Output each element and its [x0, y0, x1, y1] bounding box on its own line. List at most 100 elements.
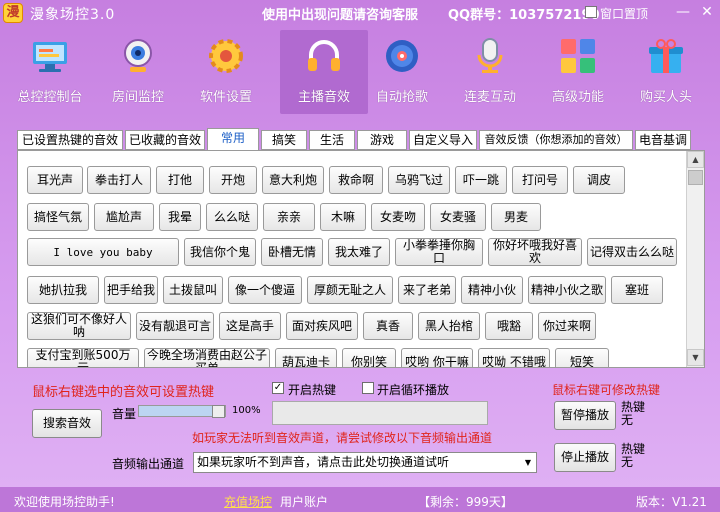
sound-button[interactable]: 今晚全场消费由赵公子买单 — [144, 348, 270, 367]
tab-life[interactable]: 生活 — [309, 130, 355, 150]
sound-button[interactable]: 男麦 — [491, 203, 541, 231]
nav-co-host[interactable]: 连麦互动 — [446, 30, 534, 114]
sound-grid-scrollbar[interactable]: ▲ ▼ — [686, 151, 704, 367]
app-logo-icon: 漫 — [3, 3, 23, 23]
sound-button[interactable]: 黑人抬棺 — [418, 312, 480, 340]
sound-button[interactable]: 精神小伙 — [461, 276, 523, 304]
blocks-icon — [561, 39, 595, 73]
scroll-thumb[interactable] — [688, 170, 703, 185]
tab-funny[interactable]: 搞笑 — [261, 130, 307, 150]
volume-percent: 100% — [232, 405, 261, 416]
sound-button[interactable]: 打他 — [156, 166, 204, 194]
stop-hotkey-value: 无 — [621, 455, 634, 469]
pause-hotkey-value: 无 — [621, 413, 634, 427]
sound-button[interactable]: 哦豁 — [485, 312, 533, 340]
close-button[interactable]: ✕ — [696, 2, 718, 22]
volume-slider[interactable] — [138, 405, 226, 418]
sound-button[interactable]: 你好坏哦我好喜欢 — [488, 238, 582, 266]
sound-button[interactable]: 木嘛 — [320, 203, 366, 231]
loop-checkbox[interactable] — [362, 382, 374, 394]
sound-button[interactable]: 打问号 — [512, 166, 568, 194]
tab-custom-import[interactable]: 自定义导入 — [409, 130, 477, 150]
recharge-link[interactable]: 充值场控 — [224, 493, 272, 510]
sound-button[interactable]: 亲亲 — [263, 203, 315, 231]
nav-label: 软件设置 — [199, 90, 252, 105]
sound-button[interactable]: 卧槽无情 — [261, 238, 323, 266]
sound-button[interactable]: 厚颜无耻之人 — [307, 276, 393, 304]
sound-button[interactable]: 哎哟 你干嘛 — [401, 348, 473, 367]
sound-button[interactable]: 精神小伙之歌 — [528, 276, 606, 304]
pin-window-checkbox[interactable] — [585, 6, 597, 18]
tab-sound-feedback[interactable]: 音效反馈（你想添加的音效） — [479, 130, 633, 150]
sound-button[interactable]: 短笑 — [555, 348, 609, 367]
status-bar: 欢迎使用场控助手! 充值场控 用户账户 【剩余：999天】 版本：V1.21 — [0, 487, 720, 512]
nav-auto-grab-song[interactable]: 自动抢歌 — [358, 30, 446, 114]
tab-common[interactable]: 常用 — [207, 128, 259, 150]
hotkey-checkbox[interactable]: ✓ — [272, 382, 284, 394]
sound-button[interactable]: 土拨鼠叫 — [163, 276, 223, 304]
sound-button[interactable]: 尴尬声 — [94, 203, 154, 231]
sound-button[interactable]: 这狼们可不像好人呐 — [27, 312, 131, 340]
sound-button[interactable]: 像一个傻逼 — [228, 276, 302, 304]
welcome-text: 欢迎使用场控助手! — [14, 495, 115, 509]
stop-button[interactable]: 停止播放 — [554, 443, 616, 472]
nav-label: 房间监控 — [111, 90, 164, 105]
minimize-button[interactable]: — — [672, 2, 694, 22]
hotkey-checkbox-label[interactable]: 开启热键 — [288, 381, 336, 398]
sound-button[interactable]: 哎呦 不错哦 — [478, 348, 550, 367]
sound-category-tabs: 已设置热键的音效 已收藏的音效 常用 搞笑 生活 游戏 自定义导入 音效反馈（你… — [17, 128, 693, 150]
sound-button[interactable]: 记得双击么么哒 — [587, 238, 677, 266]
sound-button[interactable]: 救命啊 — [329, 166, 383, 194]
sound-button[interactable]: 面对疾风吧 — [286, 312, 358, 340]
sound-button[interactable]: 支付宝到账500万元 — [27, 348, 139, 367]
app-title: 漫象场控3.0 — [30, 7, 116, 23]
sound-button[interactable]: 我太难了 — [328, 238, 390, 266]
user-account-link[interactable]: 用户账户 — [280, 493, 328, 510]
sound-button[interactable]: 没有靓退可言 — [136, 312, 214, 340]
tab-game[interactable]: 游戏 — [357, 130, 407, 150]
scroll-up-icon[interactable]: ▲ — [687, 151, 704, 168]
nav-buy-viewers[interactable]: 购买人头 — [622, 30, 710, 114]
sound-button[interactable]: 真香 — [363, 312, 413, 340]
sound-button[interactable]: 这是高手 — [219, 312, 281, 340]
sound-button[interactable]: 我晕 — [159, 203, 201, 231]
sound-button[interactable]: 塞班 — [611, 276, 663, 304]
sound-button[interactable]: 你别笑 — [342, 348, 396, 367]
sound-button[interactable]: 意大利炮 — [262, 166, 324, 194]
sound-button[interactable]: 搞怪气氛 — [27, 203, 89, 231]
search-sound-button[interactable]: 搜索音效 — [32, 409, 102, 438]
tab-electronic[interactable]: 电音基调 — [635, 130, 691, 150]
sound-button[interactable]: I love you baby — [27, 238, 179, 266]
sound-button[interactable]: 你过来啊 — [538, 312, 596, 340]
nav-settings[interactable]: 软件设置 — [182, 30, 270, 114]
sound-button[interactable]: 拳击打人 — [87, 166, 151, 194]
chevron-down-icon[interactable]: ▼ — [520, 453, 536, 472]
nav-room-monitor[interactable]: 房间监控 — [94, 30, 182, 114]
loop-checkbox-label[interactable]: 开启循环播放 — [377, 381, 449, 398]
volume-slider-thumb[interactable] — [212, 405, 225, 418]
tab-hotkey-sounds[interactable]: 已设置热键的音效 — [17, 130, 123, 150]
nav-advanced[interactable]: 高级功能 — [534, 30, 622, 114]
nav-streamer-sfx[interactable]: 主播音效 — [280, 30, 368, 114]
pin-window-label[interactable]: 窗口置顶 — [600, 5, 648, 22]
sound-button[interactable]: 她扒拉我 — [27, 276, 99, 304]
sound-button[interactable]: 我信你个鬼 — [184, 238, 256, 266]
sound-button[interactable]: 女麦吻 — [371, 203, 425, 231]
sound-button[interactable]: 么么哒 — [206, 203, 258, 231]
pause-button[interactable]: 暂停播放 — [554, 401, 616, 430]
sound-button[interactable]: 葫瓦迪卡 — [275, 348, 337, 367]
sound-button[interactable]: 乌鸦飞过 — [388, 166, 450, 194]
sound-button[interactable]: 吓一跳 — [455, 166, 507, 194]
nav-console[interactable]: 总控控制台 — [6, 30, 94, 114]
sound-button[interactable]: 小拳拳捶你胸口 — [395, 238, 483, 266]
tab-favorites[interactable]: 已收藏的音效 — [125, 130, 205, 150]
sound-button[interactable]: 耳光声 — [27, 166, 83, 194]
scroll-down-icon[interactable]: ▼ — [687, 349, 704, 366]
output-channel-select[interactable]: 如果玩家听不到声音，请点击此处切换通道试听 ▼ — [193, 452, 537, 473]
sound-button[interactable]: 把手给我 — [104, 276, 158, 304]
sound-button[interactable]: 开炮 — [209, 166, 257, 194]
microphone-icon — [477, 38, 503, 73]
sound-button[interactable]: 来了老弟 — [398, 276, 456, 304]
sound-button[interactable]: 女麦骚 — [430, 203, 486, 231]
sound-button[interactable]: 调皮 — [573, 166, 625, 194]
